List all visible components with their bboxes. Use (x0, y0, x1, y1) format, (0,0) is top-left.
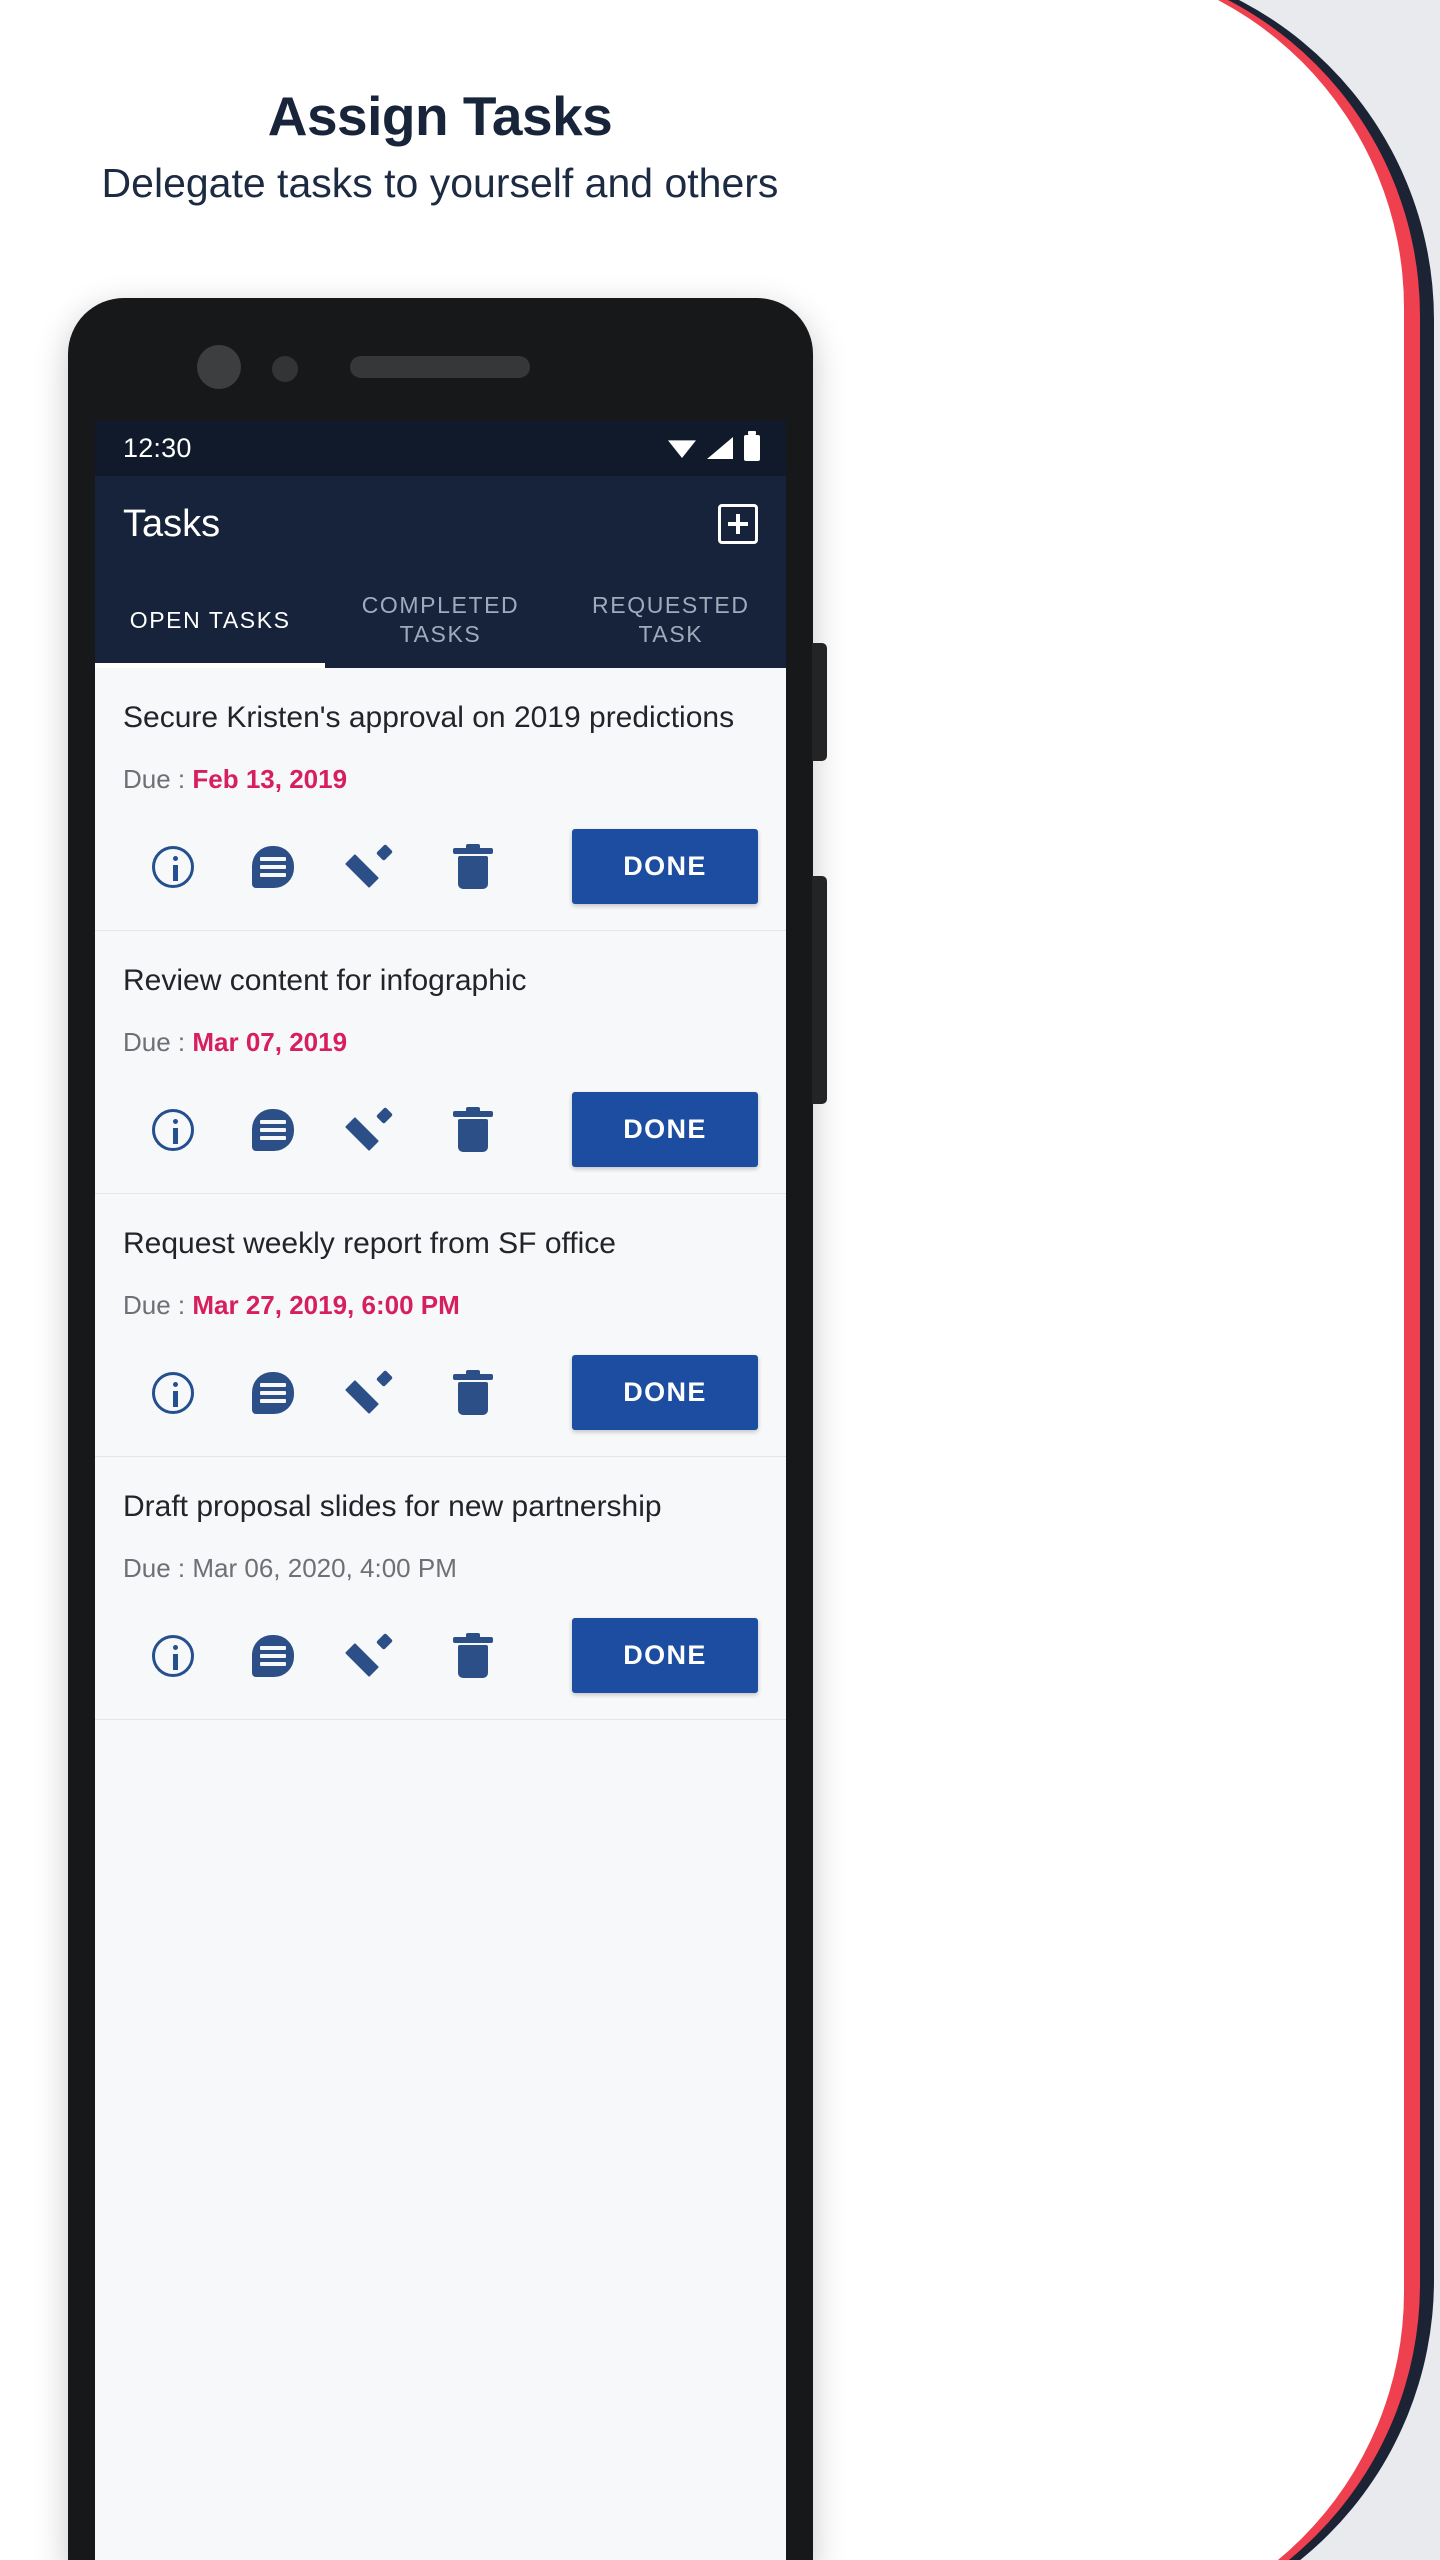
task-list-item[interactable]: Review content for infographic Due : Mar… (95, 931, 786, 1194)
info-button[interactable] (123, 1634, 223, 1677)
task-due-value: Mar 07, 2019 (192, 1027, 348, 1057)
edit-icon (345, 1632, 396, 1679)
task-title: Secure Kristen's approval on 2019 predic… (123, 701, 735, 734)
task-list-item[interactable]: Secure Kristen's approval on 2019 predic… (95, 668, 786, 931)
task-due-label: Due : (123, 764, 193, 794)
comment-button[interactable] (223, 1634, 323, 1677)
task-list: Secure Kristen's approval on 2019 predic… (95, 668, 786, 1720)
delete-icon (453, 843, 493, 890)
edit-icon (345, 843, 396, 890)
promo-stage: Assign Tasks Delegate tasks to yourself … (0, 0, 1440, 2560)
edit-button[interactable] (323, 1106, 423, 1153)
task-due-value: Mar 06, 2020, 4:00 PM (192, 1553, 457, 1583)
comment-icon (252, 845, 294, 888)
comment-button[interactable] (223, 1108, 323, 1151)
task-list-item[interactable]: Draft proposal slides for new partnershi… (95, 1457, 786, 1720)
delete-icon (453, 1369, 493, 1416)
done-button[interactable]: DONE (572, 1355, 758, 1430)
delete-button[interactable] (423, 843, 523, 890)
sensor-icon (272, 356, 298, 382)
task-actions: DONE (123, 1355, 758, 1430)
info-icon (152, 1371, 194, 1414)
task-due: Due : Mar 27, 2019, 6:00 PM (123, 1290, 758, 1321)
info-icon (152, 845, 194, 888)
comment-button[interactable] (223, 845, 323, 888)
task-actions: DONE (123, 1618, 758, 1693)
app-bar-title: Tasks (123, 502, 221, 545)
info-button[interactable] (123, 845, 223, 888)
comment-icon (252, 1371, 294, 1414)
edit-icon (345, 1106, 396, 1153)
task-actions: DONE (123, 829, 758, 904)
signal-icon (707, 437, 733, 459)
tab-requested-task[interactable]: REQUESTED TASK (556, 572, 786, 668)
tab-open-tasks[interactable]: OPEN TASKS (95, 572, 326, 668)
task-due: Due : Mar 07, 2019 (123, 1027, 758, 1058)
done-button[interactable]: DONE (572, 829, 758, 904)
edit-button[interactable] (323, 843, 423, 890)
front-camera-icon (197, 345, 241, 389)
task-title: Draft proposal slides for new partnershi… (123, 1490, 662, 1523)
status-bar-clock: 12:30 (123, 432, 192, 463)
edit-button[interactable] (323, 1369, 423, 1416)
wifi-icon (668, 440, 696, 458)
page-title: Assign Tasks (267, 85, 613, 147)
task-actions: DONE (123, 1092, 758, 1167)
delete-button[interactable] (423, 1106, 523, 1153)
app-bar-actions (718, 504, 758, 544)
task-due: Due : Feb 13, 2019 (123, 764, 758, 795)
task-title: Review content for infographic (123, 964, 527, 997)
task-due-label: Due : (123, 1290, 193, 1320)
phone-screen: 12:30 Tasks OPEN TASKS COMPLETED TASKS R… (95, 420, 786, 2560)
edit-button[interactable] (323, 1632, 423, 1679)
info-button[interactable] (123, 1108, 223, 1151)
delete-button[interactable] (423, 1369, 523, 1416)
task-due-value: Mar 27, 2019, 6:00 PM (192, 1290, 460, 1320)
page-subtitle: Delegate tasks to yourself and others (101, 160, 779, 206)
tab-completed-tasks[interactable]: COMPLETED TASKS (325, 572, 555, 668)
battery-icon (744, 431, 760, 461)
delete-icon (453, 1632, 493, 1679)
add-box-icon[interactable] (718, 504, 758, 544)
comment-icon (252, 1634, 294, 1677)
status-bar-icons (668, 431, 760, 461)
info-icon (152, 1634, 194, 1677)
info-icon (152, 1108, 194, 1151)
delete-button[interactable] (423, 1632, 523, 1679)
phone-mockup: 12:30 Tasks OPEN TASKS COMPLETED TASKS R… (68, 298, 827, 2560)
done-button[interactable]: DONE (572, 1618, 758, 1693)
edit-icon (345, 1369, 396, 1416)
task-due-label: Due : (123, 1553, 193, 1583)
task-title: Request weekly report from SF office (123, 1227, 616, 1260)
app-bar: Tasks (95, 476, 786, 572)
task-list-item[interactable]: Request weekly report from SF office Due… (95, 1194, 786, 1457)
tab-bar: OPEN TASKS COMPLETED TASKS REQUESTED TAS… (95, 572, 786, 668)
phone-power-button[interactable] (812, 876, 827, 1104)
phone-volume-button[interactable] (812, 643, 827, 761)
task-due-value: Feb 13, 2019 (192, 764, 348, 794)
delete-icon (453, 1106, 493, 1153)
status-bar: 12:30 (95, 420, 786, 476)
info-button[interactable] (123, 1371, 223, 1414)
comment-icon (252, 1108, 294, 1151)
comment-button[interactable] (223, 1371, 323, 1414)
task-due-label: Due : (123, 1027, 193, 1057)
earpiece-speaker (350, 356, 530, 378)
task-due: Due : Mar 06, 2020, 4:00 PM (123, 1553, 758, 1584)
done-button[interactable]: DONE (572, 1092, 758, 1167)
